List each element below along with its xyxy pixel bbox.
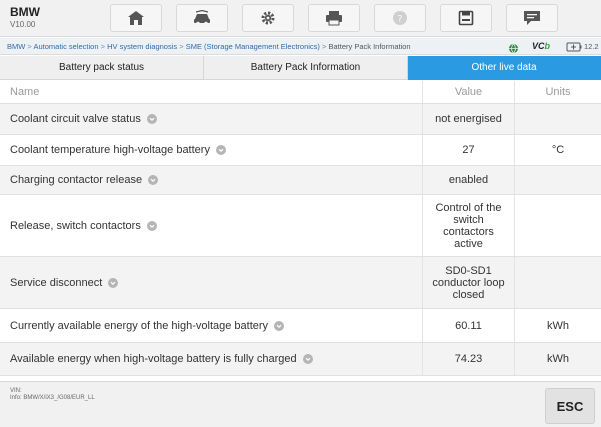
row-name-label: Coolant temperature high-voltage battery [10,144,210,156]
row-units: °C [514,135,601,165]
vin-label: VIN: [10,388,22,394]
row-units [514,104,601,134]
breadcrumb-separator: > [98,42,108,51]
breadcrumb-item-current: Battery Pack Information [328,42,411,51]
battery-voltage: 12.2 [584,42,599,51]
help-button[interactable]: ? [374,4,426,32]
vci-link-indicator: b [544,41,551,51]
vehicle-info: Info: BMW/X/iX3_/G08/EUR_LL [10,395,95,401]
row-units [514,166,601,194]
tab-bar: Battery pack status Battery Pack Informa… [0,56,601,80]
row-units [514,257,601,308]
info-icon[interactable] [146,114,157,124]
info-icon[interactable] [148,175,159,185]
row-name-label: Service disconnect [10,276,103,289]
vehicle-swap-button[interactable] [176,4,228,32]
top-toolbar: BMW V10.00 ? [0,0,601,37]
message-icon [523,10,541,26]
esc-button[interactable]: ESC [545,388,595,424]
row-name-label: Release, switch contactors [10,219,141,232]
row-value: 27 [422,135,514,165]
svg-text:?: ? [397,14,402,25]
row-name-cell: Coolant temperature high-voltage battery [0,135,422,165]
column-header-value: Value [422,81,514,103]
table-row[interactable]: Coolant temperature high-voltage battery… [0,135,601,166]
tab-battery-pack-information[interactable]: Battery Pack Information [204,56,408,80]
row-units [514,195,601,256]
app-version: V10.00 [10,20,36,29]
info-icon[interactable] [302,354,313,364]
row-units: kWh [514,343,601,375]
breadcrumb-bar: BMW > Automatic selection > HV system di… [0,38,601,55]
row-value: not energised [422,104,514,134]
row-name-cell: Release, switch contactors [0,195,422,256]
row-name-label: Charging contactor release [10,174,143,186]
row-name-cell: Service disconnect [0,257,422,308]
save-button[interactable] [440,4,492,32]
info-icon[interactable] [215,145,226,155]
breadcrumb-item-automatic-selection[interactable]: Automatic selection [33,42,98,51]
info-icon[interactable] [108,277,119,288]
table-header-row: Name Value Units [0,81,601,104]
row-value: SD0-SD1 conductor loop closed [422,257,514,308]
info-icon[interactable] [146,220,157,231]
print-button[interactable] [308,4,360,32]
row-value: 74.23 [422,343,514,375]
table-row[interactable]: Currently available energy of the high-v… [0,309,601,343]
message-button[interactable] [506,4,558,32]
app-title: BMW [10,5,40,19]
row-units: kWh [514,309,601,342]
info-icon[interactable] [274,320,285,331]
row-name-label: Currently available energy of the high-v… [10,319,269,332]
tab-other-live-data[interactable]: Other live data [408,56,601,80]
table-row[interactable]: Charging contactor release enabled [0,166,601,195]
row-name-cell: Coolant circuit valve status [0,104,422,134]
column-header-name: Name [10,86,40,98]
table-row[interactable]: Release, switch contactors Control of th… [0,195,601,257]
vci-label: VC [532,41,545,51]
vehicle-swap-icon [192,10,212,26]
table-row[interactable]: Coolant circuit valve status not energis… [0,104,601,135]
row-name-cell: Charging contactor release [0,166,422,194]
vci-status: VCb [532,41,550,51]
row-name-cell: Available energy when high-voltage batte… [0,343,422,375]
tab-battery-pack-status[interactable]: Battery pack status [0,56,204,80]
row-value: enabled [422,166,514,194]
breadcrumb-item-sme[interactable]: SME (Storage Management Electronics) [186,42,320,51]
home-icon [127,10,145,26]
table-row[interactable]: Available energy when high-voltage batte… [0,343,601,376]
row-value: Control of the switch contactors active [422,195,514,256]
breadcrumb-item-hv-system-diagnosis[interactable]: HV system diagnosis [107,42,177,51]
column-header-units: Units [514,81,601,103]
save-icon [458,10,474,26]
footer-bar: VIN: Info: BMW/X/iX3_/G08/EUR_LL ESC [0,381,601,427]
settings-button[interactable] [242,4,294,32]
breadcrumb-item-bmw[interactable]: BMW [7,42,25,51]
help-icon: ? [392,10,408,26]
row-name-label: Coolant circuit valve status [10,113,141,125]
row-value: 60.11 [422,309,514,342]
print-icon [325,10,343,26]
breadcrumb: BMW > Automatic selection > HV system di… [7,42,411,51]
settings-gear-icon [260,10,276,26]
row-name-label: Available energy when high-voltage batte… [10,353,297,365]
breadcrumb-separator: > [177,42,186,51]
home-button[interactable] [110,4,162,32]
row-name-cell: Currently available energy of the high-v… [0,309,422,342]
table-row[interactable]: Service disconnect SD0-SD1 conductor loo… [0,257,601,309]
